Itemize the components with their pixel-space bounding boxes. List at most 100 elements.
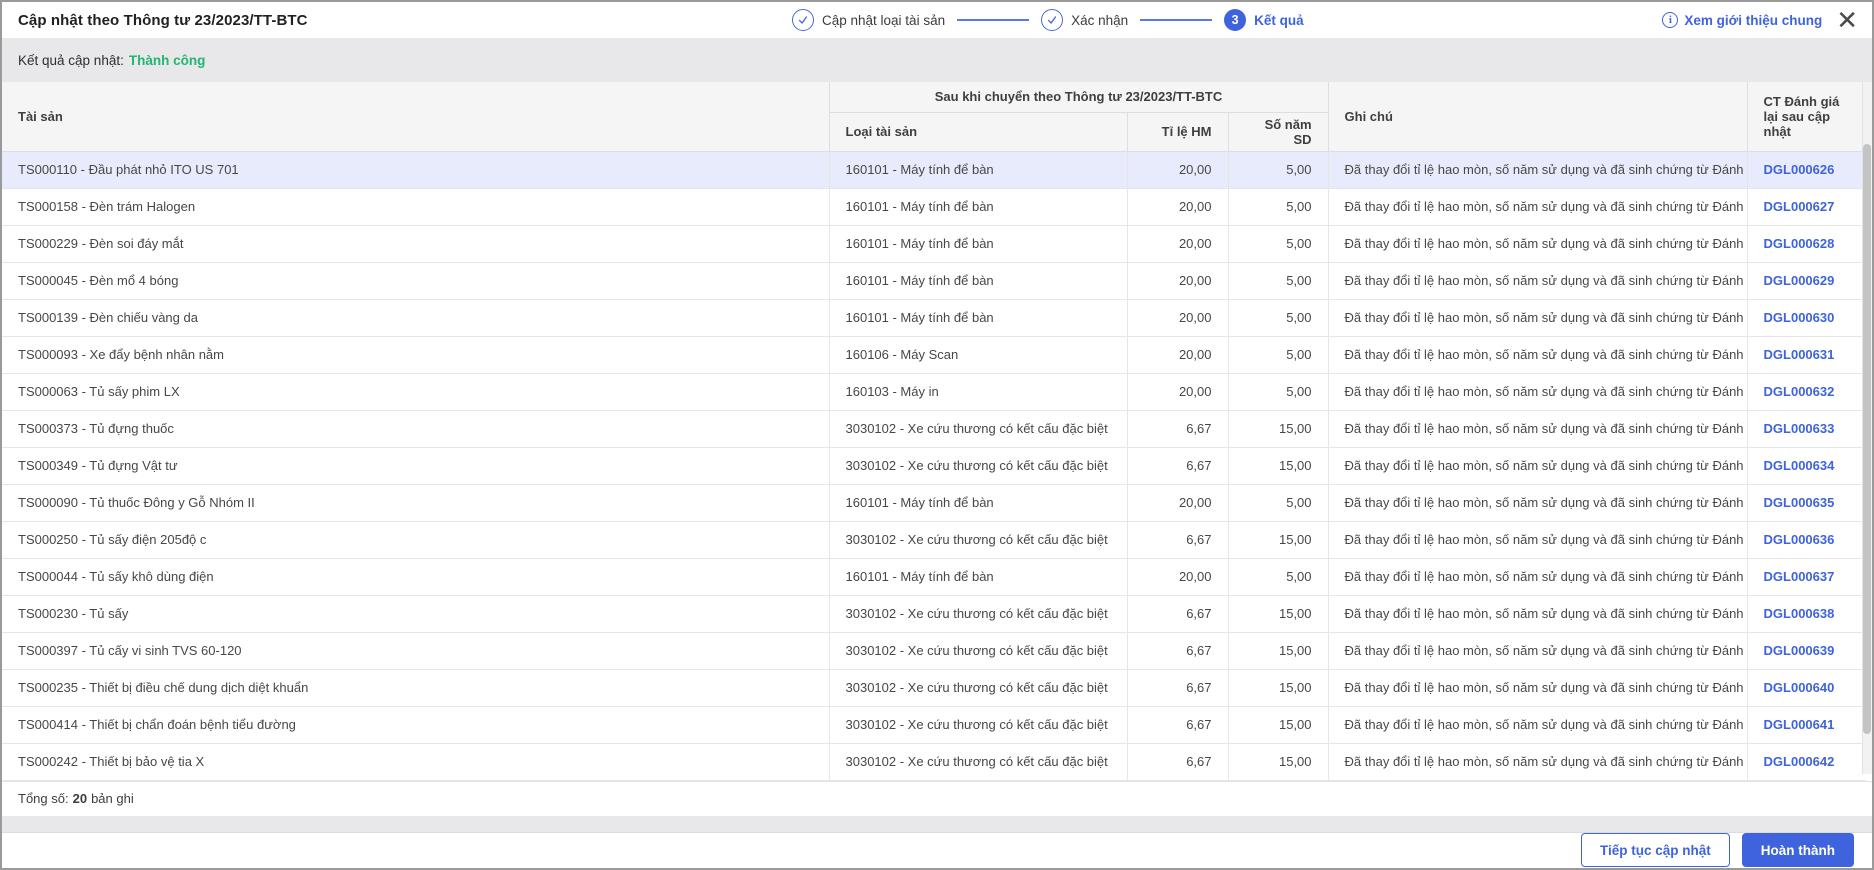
useful-years-cell: 15,00 (1228, 521, 1328, 558)
table-row[interactable]: TS000158 - Đèn trám Halogen 160101 - Máy… (2, 188, 1866, 225)
view-introduction-label: Xem giới thiệu chung (1684, 13, 1822, 28)
revaluation-doc-link[interactable]: DGL000630 (1764, 310, 1835, 325)
close-icon[interactable]: ✕ (1836, 10, 1858, 30)
info-icon: i (1662, 12, 1678, 28)
revaluation-doc-link[interactable]: DGL000626 (1764, 162, 1835, 177)
revaluation-doc-cell: DGL000640 (1747, 669, 1866, 706)
asset-cell: TS000090 - Tủ thuốc Đông y Gỗ Nhóm II (2, 484, 829, 521)
depreciation-rate-cell: 20,00 (1127, 225, 1228, 262)
asset-cell: TS000235 - Thiết bị điều chế dung dịch d… (2, 669, 829, 706)
bottom-spacer (2, 816, 1872, 832)
note-cell: Đã thay đổi tỉ lệ hao mòn, số năm sử dụn… (1328, 225, 1747, 262)
table-row[interactable]: TS000093 - Xe đẩy bệnh nhân nằm 160106 -… (2, 336, 1866, 373)
total-label: Tổng số: (18, 791, 69, 806)
note-cell: Đã thay đổi tỉ lệ hao mòn, số năm sử dụn… (1328, 262, 1747, 299)
column-header-useful-years: Số năm SD (1228, 112, 1328, 151)
useful-years-cell: 15,00 (1228, 669, 1328, 706)
useful-years-cell: 5,00 (1228, 151, 1328, 188)
table-row[interactable]: TS000397 - Tủ cấy vi sinh TVS 60-120 303… (2, 632, 1866, 669)
asset-cell: TS000230 - Tủ sấy (2, 595, 829, 632)
asset-type-cell: 160101 - Máy tính để bàn (829, 225, 1127, 262)
view-introduction-link[interactable]: i Xem giới thiệu chung (1662, 12, 1822, 28)
asset-cell: TS000373 - Tủ đựng thuốc (2, 410, 829, 447)
finish-button[interactable]: Hoàn thành (1742, 833, 1854, 867)
vertical-scrollbar[interactable] (1862, 82, 1872, 774)
revaluation-doc-cell: DGL000631 (1747, 336, 1866, 373)
useful-years-cell: 15,00 (1228, 706, 1328, 743)
revaluation-doc-link[interactable]: DGL000636 (1764, 532, 1835, 547)
result-status-value: Thành công (129, 53, 206, 68)
table-row[interactable]: TS000230 - Tủ sấy 3030102 - Xe cứu thươn… (2, 595, 1866, 632)
table-row[interactable]: TS000139 - Đèn chiếu vàng da 160101 - Má… (2, 299, 1866, 336)
scrollbar-thumb[interactable] (1863, 144, 1871, 734)
asset-cell: TS000139 - Đèn chiếu vàng da (2, 299, 829, 336)
depreciation-rate-cell: 20,00 (1127, 336, 1228, 373)
asset-cell: TS000110 - Đầu phát nhỏ ITO US 701 (2, 151, 829, 188)
revaluation-doc-link[interactable]: DGL000637 (1764, 569, 1835, 584)
column-group-header: Sau khi chuyển theo Thông tư 23/2023/TT-… (829, 82, 1328, 112)
table-row[interactable]: TS000349 - Tủ đựng Vật tư 3030102 - Xe c… (2, 447, 1866, 484)
useful-years-cell: 5,00 (1228, 484, 1328, 521)
depreciation-rate-cell: 6,67 (1127, 706, 1228, 743)
revaluation-doc-link[interactable]: DGL000632 (1764, 384, 1835, 399)
revaluation-doc-link[interactable]: DGL000639 (1764, 643, 1835, 658)
step-confirm[interactable]: Xác nhận (1041, 9, 1128, 31)
table-row[interactable]: TS000242 - Thiết bị bảo vệ tia X 3030102… (2, 743, 1866, 780)
note-cell: Đã thay đổi tỉ lệ hao mòn, số năm sử dụn… (1328, 151, 1747, 188)
note-cell: Đã thay đổi tỉ lệ hao mòn, số năm sử dụn… (1328, 706, 1747, 743)
revaluation-doc-cell: DGL000636 (1747, 521, 1866, 558)
wizard-stepper: Cập nhật loại tài sản Xác nhận 3 Kết quả (792, 2, 1304, 38)
table-row[interactable]: TS000250 - Tủ sấy điện 205độ c 3030102 -… (2, 521, 1866, 558)
asset-cell: TS000045 - Đèn mổ 4 bóng (2, 262, 829, 299)
revaluation-doc-cell: DGL000641 (1747, 706, 1866, 743)
table-row[interactable]: TS000044 - Tủ sấy khô dùng điện 160101 -… (2, 558, 1866, 595)
revaluation-doc-link[interactable]: DGL000638 (1764, 606, 1835, 621)
total-count: 20 (73, 791, 87, 806)
step1-label: Cập nhật loại tài sản (822, 13, 945, 28)
useful-years-cell: 15,00 (1228, 410, 1328, 447)
depreciation-rate-cell: 6,67 (1127, 743, 1228, 780)
step3-label: Kết quả (1254, 13, 1304, 28)
table-row[interactable]: TS000229 - Đèn soi đáy mắt 160101 - Máy … (2, 225, 1866, 262)
depreciation-rate-cell: 20,00 (1127, 484, 1228, 521)
revaluation-doc-cell: DGL000629 (1747, 262, 1866, 299)
revaluation-doc-link[interactable]: DGL000629 (1764, 273, 1835, 288)
revaluation-doc-link[interactable]: DGL000627 (1764, 199, 1835, 214)
asset-type-cell: 3030102 - Xe cứu thương có kết cấu đặc b… (829, 447, 1127, 484)
depreciation-rate-cell: 20,00 (1127, 151, 1228, 188)
continue-update-button[interactable]: Tiếp tục cập nhật (1581, 833, 1730, 867)
revaluation-doc-cell: DGL000626 (1747, 151, 1866, 188)
revaluation-doc-link[interactable]: DGL000640 (1764, 680, 1835, 695)
revaluation-doc-link[interactable]: DGL000631 (1764, 347, 1835, 362)
asset-cell: TS000414 - Thiết bị chẩn đoán bệnh tiểu … (2, 706, 829, 743)
table-row[interactable]: TS000110 - Đầu phát nhỏ ITO US 701 16010… (2, 151, 1866, 188)
useful-years-cell: 15,00 (1228, 632, 1328, 669)
revaluation-doc-link[interactable]: DGL000628 (1764, 236, 1835, 251)
results-table-area: Tài sản Sau khi chuyển theo Thông tư 23/… (2, 82, 1872, 781)
asset-type-cell: 160101 - Máy tính để bàn (829, 558, 1127, 595)
asset-type-cell: 3030102 - Xe cứu thương có kết cấu đặc b… (829, 595, 1127, 632)
depreciation-rate-cell: 6,67 (1127, 669, 1228, 706)
revaluation-doc-link[interactable]: DGL000641 (1764, 717, 1835, 732)
note-cell: Đã thay đổi tỉ lệ hao mòn, số năm sử dụn… (1328, 743, 1747, 780)
table-row[interactable]: TS000063 - Tủ sấy phim LX 160103 - Máy i… (2, 373, 1866, 410)
revaluation-doc-link[interactable]: DGL000642 (1764, 754, 1835, 769)
note-cell: Đã thay đổi tỉ lệ hao mòn, số năm sử dụn… (1328, 521, 1747, 558)
useful-years-cell: 5,00 (1228, 225, 1328, 262)
asset-cell: TS000397 - Tủ cấy vi sinh TVS 60-120 (2, 632, 829, 669)
table-row[interactable]: TS000045 - Đèn mổ 4 bóng 160101 - Máy tí… (2, 262, 1866, 299)
revaluation-doc-link[interactable]: DGL000635 (1764, 495, 1835, 510)
table-row[interactable]: TS000090 - Tủ thuốc Đông y Gỗ Nhóm II 16… (2, 484, 1866, 521)
step3-number-badge: 3 (1224, 9, 1246, 31)
step-update-asset-type[interactable]: Cập nhật loại tài sản (792, 9, 945, 31)
asset-cell: TS000250 - Tủ sấy điện 205độ c (2, 521, 829, 558)
asset-type-cell: 3030102 - Xe cứu thương có kết cấu đặc b… (829, 669, 1127, 706)
step-result[interactable]: 3 Kết quả (1224, 9, 1304, 31)
table-row[interactable]: TS000235 - Thiết bị điều chế dung dịch d… (2, 669, 1866, 706)
column-header-asset-type: Loại tài sản (829, 112, 1127, 151)
revaluation-doc-link[interactable]: DGL000633 (1764, 421, 1835, 436)
table-row[interactable]: TS000373 - Tủ đựng thuốc 3030102 - Xe cứ… (2, 410, 1866, 447)
revaluation-doc-link[interactable]: DGL000634 (1764, 458, 1835, 473)
note-cell: Đã thay đổi tỉ lệ hao mòn, số năm sử dụn… (1328, 669, 1747, 706)
table-row[interactable]: TS000414 - Thiết bị chẩn đoán bệnh tiểu … (2, 706, 1866, 743)
